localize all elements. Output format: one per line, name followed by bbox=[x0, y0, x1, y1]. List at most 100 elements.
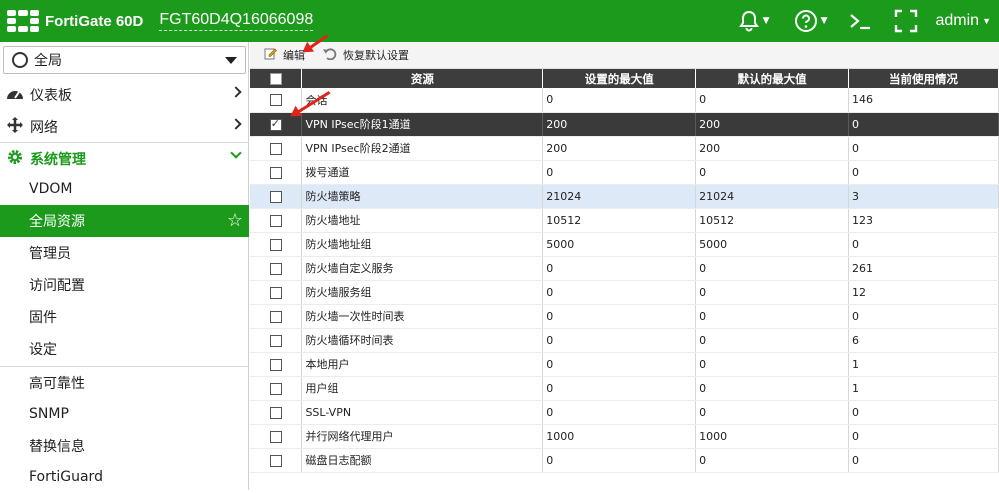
row-select-cell[interactable] bbox=[250, 256, 303, 281]
row-select-cell[interactable] bbox=[250, 208, 303, 233]
cell-current-usage: 146 bbox=[848, 88, 999, 113]
cell-default-max: 0 bbox=[695, 88, 850, 113]
edit-button[interactable]: 编辑 bbox=[264, 47, 305, 63]
cell-default-max: 1000 bbox=[695, 424, 850, 449]
cell-resource: 磁盘日志配额 bbox=[301, 448, 544, 473]
select-all-cell[interactable] bbox=[250, 69, 303, 88]
row-checkbox[interactable] bbox=[269, 406, 282, 419]
cell-set-max: 0 bbox=[542, 376, 697, 401]
table-row[interactable]: 本地用户 0 0 1 bbox=[250, 352, 999, 377]
cell-current-usage: 12 bbox=[848, 280, 999, 305]
table-row[interactable]: SSL-VPN 0 0 0 bbox=[250, 400, 999, 425]
row-select-cell[interactable] bbox=[250, 328, 303, 353]
device-serial[interactable]: FGT60D4Q16066098 bbox=[159, 11, 314, 31]
row-checkbox[interactable] bbox=[269, 142, 282, 155]
row-select-cell[interactable] bbox=[250, 376, 303, 401]
sidebar-item-firmware[interactable]: 固件 bbox=[0, 301, 249, 333]
row-select-cell[interactable] bbox=[250, 448, 303, 473]
table-row[interactable]: 防火墙地址 10512 10512 123 bbox=[250, 208, 999, 233]
table-row[interactable]: VPN IPsec阶段2通道 200 200 0 bbox=[250, 136, 999, 161]
column-header-set-max[interactable]: 设置的最大值 bbox=[542, 69, 697, 88]
sidebar-item-admin-profiles[interactable]: 访问配置 bbox=[0, 269, 249, 301]
scope-select[interactable]: 全局 bbox=[3, 46, 246, 74]
table-row[interactable]: VPN IPsec阶段1通道2002000 bbox=[250, 112, 999, 137]
column-header-resource[interactable]: 资源 bbox=[301, 69, 544, 88]
sidebar-item-fortiguard[interactable]: FortiGuard bbox=[0, 461, 249, 493]
column-header-default-max[interactable]: 默认的最大值 bbox=[695, 69, 850, 88]
sidebar-item-administrators[interactable]: 管理员 bbox=[0, 237, 249, 269]
cell-resource: 并行网络代理用户 bbox=[301, 424, 544, 449]
sidebar-item-vdom[interactable]: VDOM bbox=[0, 173, 249, 205]
row-checkbox[interactable] bbox=[269, 190, 282, 203]
sidebar-item-dashboard[interactable]: 仪表板 bbox=[0, 79, 249, 111]
cell-current-usage: 0 bbox=[848, 112, 999, 137]
row-checkbox[interactable] bbox=[269, 358, 282, 371]
cell-set-max: 200 bbox=[542, 136, 697, 161]
cell-current-usage: 3 bbox=[848, 184, 999, 209]
row-checkbox[interactable] bbox=[269, 238, 282, 251]
table-row[interactable]: 拨号通道 0 0 0 bbox=[250, 160, 999, 185]
row-checkbox[interactable] bbox=[269, 94, 282, 107]
user-menu-button[interactable]: admin ▼ bbox=[936, 0, 992, 42]
table-row[interactable]: 防火墙自定义服务 0 0 261 bbox=[250, 256, 999, 281]
star-icon[interactable]: ☆ bbox=[227, 210, 243, 231]
row-checkbox[interactable] bbox=[269, 430, 282, 443]
sidebar-item-ha[interactable]: 高可靠性 bbox=[0, 367, 249, 399]
table-row[interactable]: 防火墙循环时间表 0 0 6 bbox=[250, 328, 999, 353]
help-button[interactable]: ▼ bbox=[794, 0, 828, 42]
row-select-cell[interactable] bbox=[250, 400, 303, 425]
row-checkbox[interactable] bbox=[269, 166, 282, 179]
cell-resource: 防火墙循环时间表 bbox=[301, 328, 544, 353]
sidebar-item-snmp[interactable]: SNMP bbox=[0, 398, 249, 430]
row-checkbox[interactable] bbox=[269, 214, 282, 227]
cell-set-max: 0 bbox=[542, 352, 697, 377]
sidebar-item-replacement-messages[interactable]: 替换信息 bbox=[0, 430, 249, 462]
row-select-cell[interactable] bbox=[250, 136, 303, 161]
cell-current-usage: 0 bbox=[848, 232, 999, 257]
table-row[interactable]: 并行网络代理用户 1000 1000 0 bbox=[250, 424, 999, 449]
row-select-cell[interactable] bbox=[250, 160, 303, 185]
row-select-cell[interactable] bbox=[250, 280, 303, 305]
sidebar-item-network[interactable]: 网络 bbox=[0, 111, 249, 143]
row-checkbox[interactable] bbox=[269, 382, 282, 395]
sidebar-item-system[interactable]: 系统管理 bbox=[0, 143, 249, 175]
table-row[interactable]: 防火墙服务组 0 0 12 bbox=[250, 280, 999, 305]
cell-current-usage: 0 bbox=[848, 448, 999, 473]
fortinet-logo-icon[interactable] bbox=[7, 10, 39, 32]
row-checkbox[interactable] bbox=[269, 117, 282, 131]
table-row[interactable]: 防火墙策略 21024 21024 3 bbox=[250, 184, 999, 209]
row-select-cell[interactable] bbox=[250, 232, 303, 257]
row-select-cell[interactable] bbox=[250, 184, 303, 209]
device-model: FortiGate 60D bbox=[45, 12, 144, 30]
row-select-cell[interactable] bbox=[250, 352, 303, 377]
row-checkbox[interactable] bbox=[269, 286, 282, 299]
row-select-cell[interactable] bbox=[250, 424, 303, 449]
cell-resource: 防火墙一次性时间表 bbox=[301, 304, 544, 329]
cell-default-max: 10512 bbox=[695, 208, 850, 233]
cli-console-button[interactable] bbox=[848, 0, 872, 42]
reset-defaults-button[interactable]: 恢复默认设置 bbox=[323, 47, 409, 63]
cell-default-max: 0 bbox=[695, 448, 850, 473]
table-row[interactable]: 用户组 0 0 1 bbox=[250, 376, 999, 401]
table-row[interactable]: 防火墙一次性时间表 0 0 0 bbox=[250, 304, 999, 329]
chevron-right-icon bbox=[230, 118, 242, 130]
select-all-checkbox[interactable] bbox=[269, 73, 282, 85]
table-row[interactable]: 防火墙地址组 5000 5000 0 bbox=[250, 232, 999, 257]
cell-current-usage: 0 bbox=[848, 160, 999, 185]
globe-icon bbox=[12, 52, 28, 68]
row-checkbox[interactable] bbox=[269, 334, 282, 347]
sidebar-item-global-resources[interactable]: 全局资源 ☆ bbox=[0, 205, 249, 237]
fullscreen-button[interactable] bbox=[894, 0, 918, 42]
row-checkbox[interactable] bbox=[269, 310, 282, 323]
cell-default-max: 200 bbox=[695, 136, 850, 161]
table-row[interactable]: 会话00146 bbox=[250, 88, 999, 113]
notifications-button[interactable]: ▼ bbox=[738, 0, 770, 42]
table-row[interactable]: 磁盘日志配额 0 0 0 bbox=[250, 448, 999, 473]
row-checkbox[interactable] bbox=[269, 454, 282, 467]
cell-resource: 防火墙自定义服务 bbox=[301, 256, 544, 281]
top-bar: FortiGate 60D FGT60D4Q16066098 ▼ ▼ admin… bbox=[0, 0, 999, 42]
row-checkbox[interactable] bbox=[269, 262, 282, 275]
row-select-cell[interactable] bbox=[250, 304, 303, 329]
column-header-current-usage[interactable]: 当前使用情况 bbox=[848, 69, 999, 88]
sidebar-item-settings[interactable]: 设定 bbox=[0, 333, 249, 365]
